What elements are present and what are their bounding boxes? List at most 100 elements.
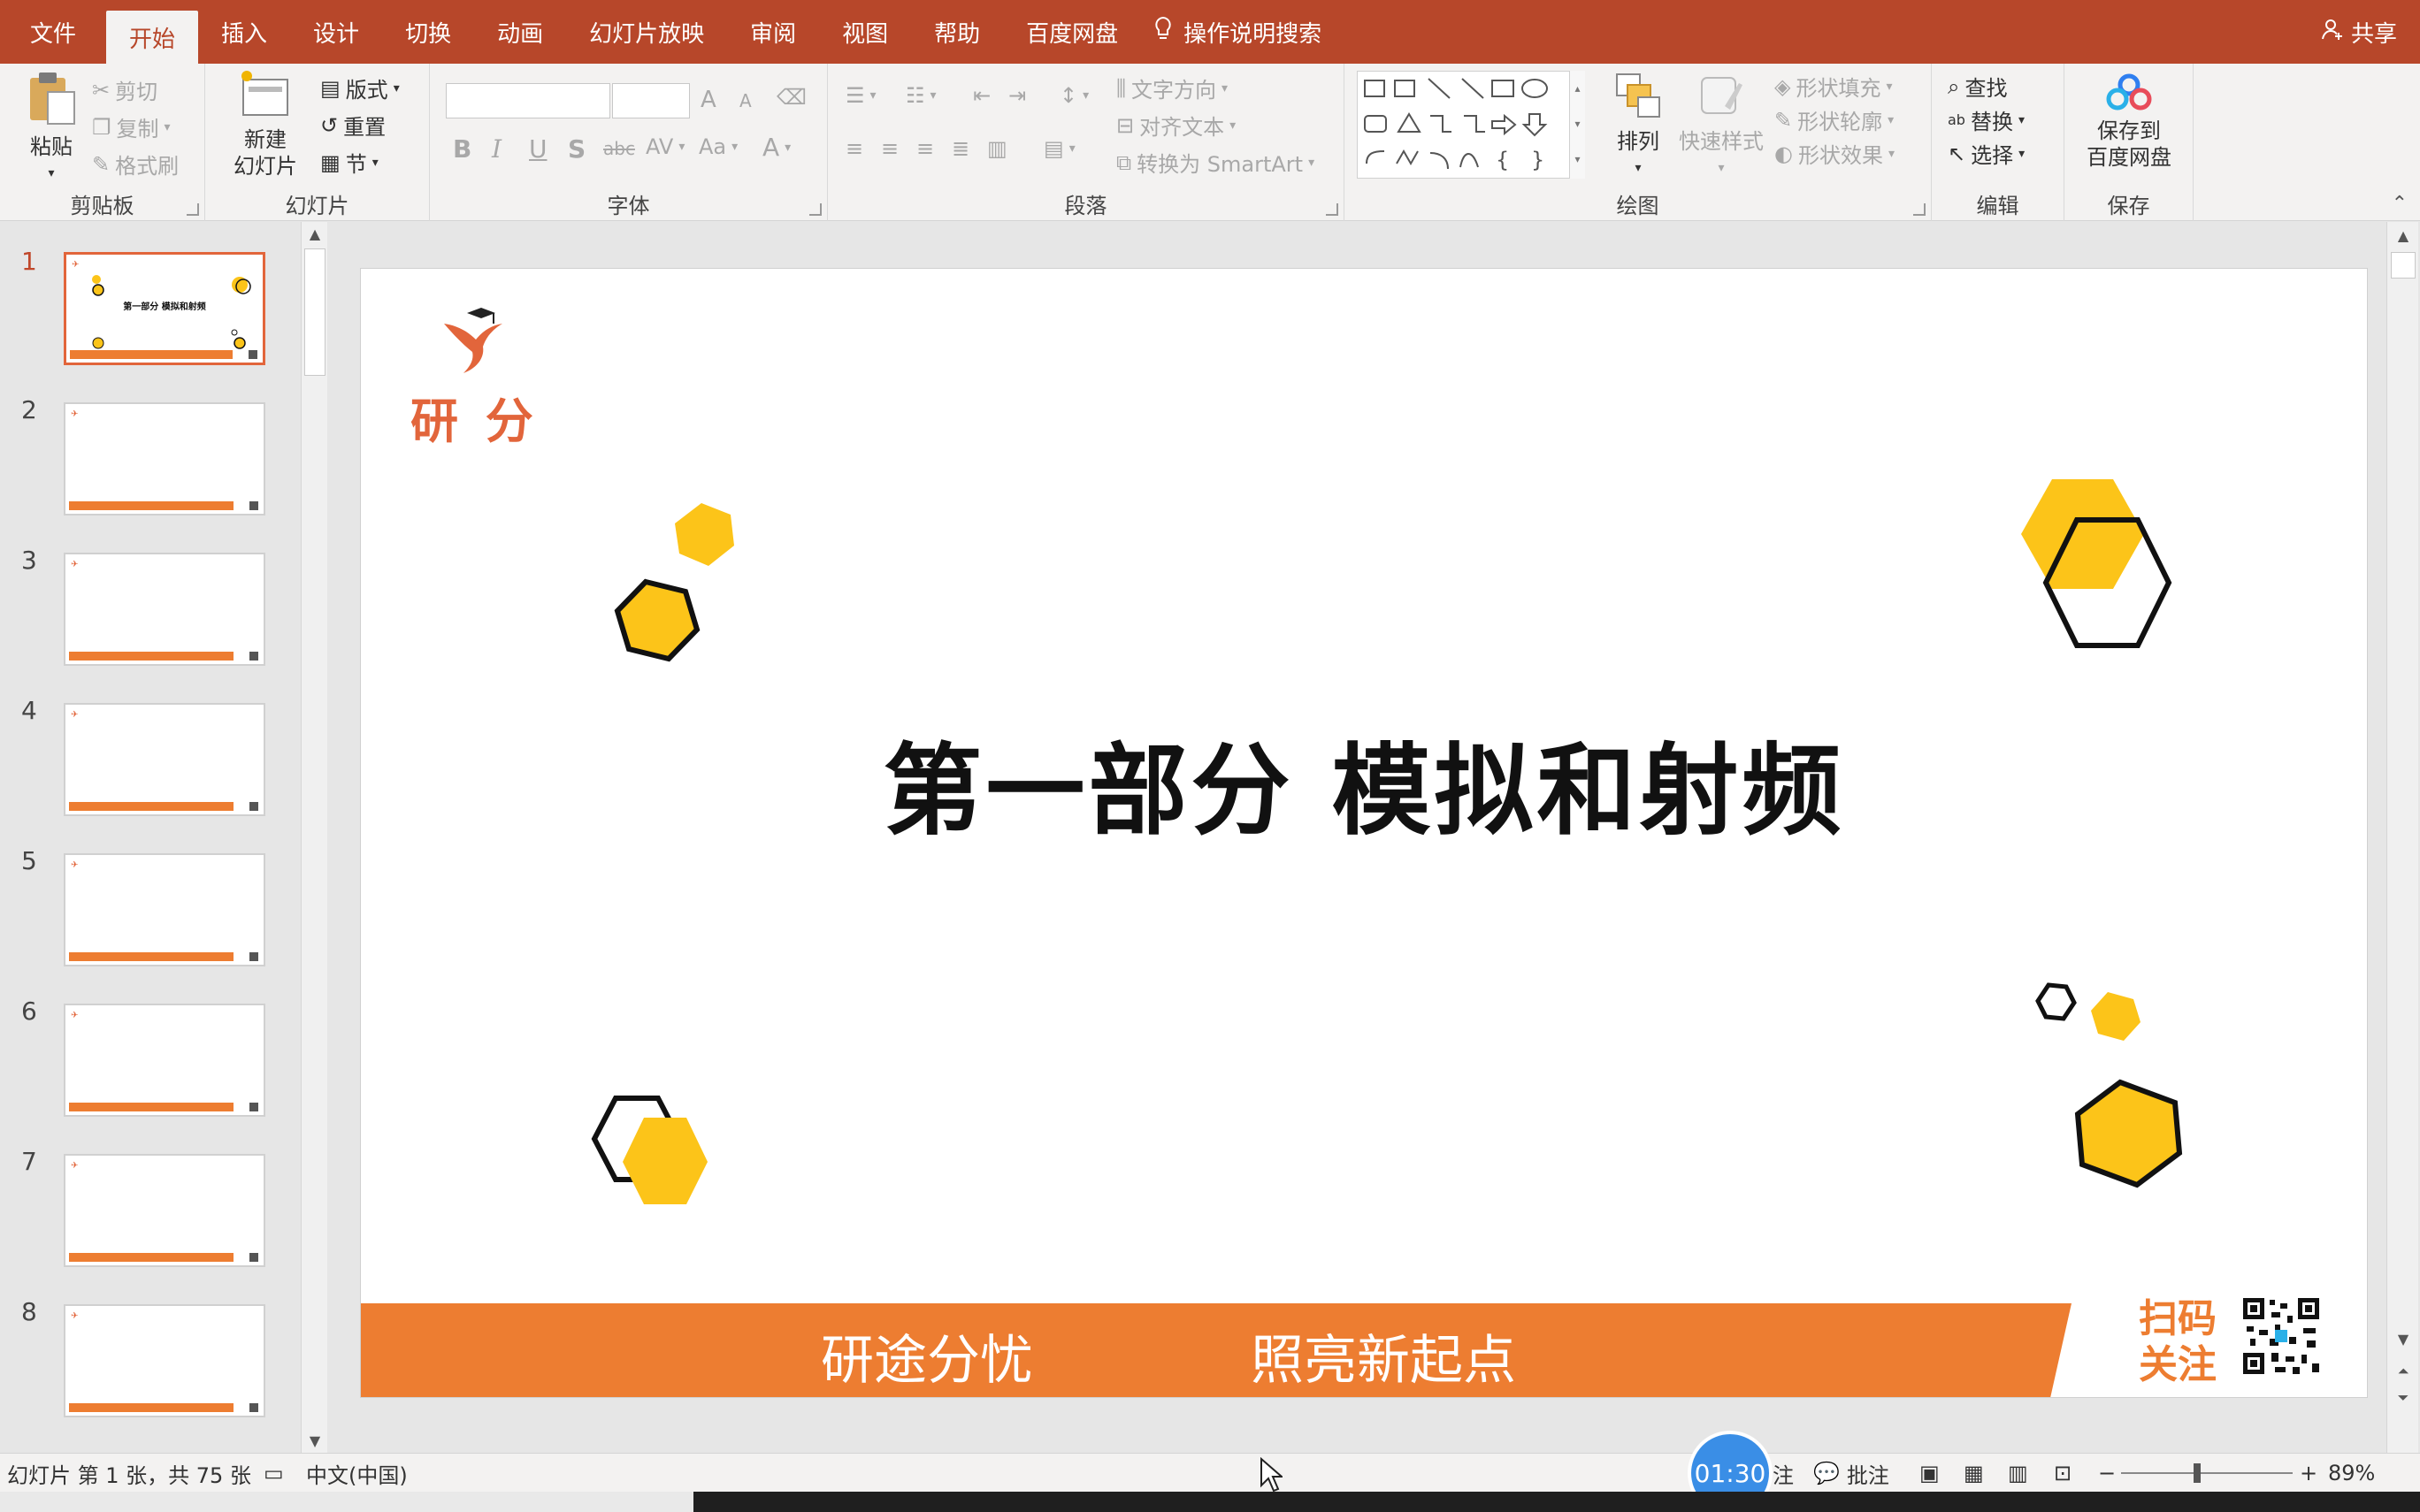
slide-thumbnail-1[interactable]: ✈ 第一部分 模拟和射频 [64, 252, 265, 365]
normal-view-icon[interactable]: ▣ [1919, 1454, 1940, 1493]
change-case-button[interactable]: Aa ▾ [699, 134, 738, 159]
section-button[interactable]: ▦ 节 ▾ [320, 147, 379, 178]
tab-view[interactable]: 视图 [819, 0, 911, 64]
zoom-out-icon[interactable]: − [2098, 1454, 2116, 1493]
zoom-slider-handle[interactable] [2194, 1463, 2201, 1483]
layout-button[interactable]: ▤ 版式 ▾ [320, 73, 400, 103]
tab-slideshow[interactable]: 幻灯片放映 [566, 0, 727, 64]
dialog-launcher-icon[interactable] [1326, 203, 1338, 216]
slide-scroll-thumb[interactable] [2391, 252, 2416, 279]
scroll-down-icon[interactable]: ▼ [2387, 1331, 2419, 1348]
slogan-left[interactable]: 研途分忧 [821, 1317, 1033, 1394]
slide-thumbnail-4[interactable]: ✈ [64, 703, 265, 816]
shape-outline-button[interactable]: ✎ 形状轮廓 ▾ [1774, 104, 1894, 135]
slide-title[interactable]: 第一部分 模拟和射频 [361, 711, 2367, 854]
shadow-button[interactable]: S [568, 134, 586, 164]
align-center-icon[interactable]: ≡ [881, 136, 899, 161]
shapes-gallery[interactable]: {} [1357, 71, 1585, 179]
cut-button[interactable]: ✂ 剪切 [92, 74, 157, 105]
scroll-down-icon[interactable]: ▼ [302, 1432, 328, 1449]
reading-view-icon[interactable]: ▥ [2008, 1454, 2028, 1493]
tell-me-search[interactable]: 操作说明搜索 [1153, 16, 1321, 49]
format-painter-button[interactable]: ✎ 格式刷 [92, 149, 179, 179]
collapse-ribbon-icon[interactable]: ⌃ [2392, 193, 2408, 215]
tab-design[interactable]: 设计 [290, 0, 382, 64]
dialog-launcher-icon[interactable] [187, 203, 199, 216]
previous-slide-icon[interactable]: ⏶ [2387, 1363, 2419, 1380]
arrange-button[interactable]: 排列 ▾ [1606, 71, 1670, 181]
zoom-in-icon[interactable]: + [2300, 1454, 2317, 1493]
convert-smartart-button[interactable]: ⧉ 转换为 SmartArt ▾ [1116, 147, 1314, 178]
align-left-icon[interactable]: ≡ [846, 136, 863, 161]
bullets-button[interactable]: ☰ ▾ [846, 83, 877, 108]
slide-scrollbar[interactable]: ▲ ▼ ⏶ ⏷ [2386, 222, 2418, 1453]
thumbnail-scrollbar[interactable]: ▲ ▼ [301, 222, 327, 1453]
save-to-baidu-button[interactable]: 保存到 百度网盘 [2072, 73, 2186, 171]
copy-button[interactable]: ❐ 复制 ▾ [92, 111, 171, 142]
justify-icon[interactable]: ≣ [952, 136, 969, 161]
text-direction-button[interactable]: ⫼ 文字方向 ▾ [1116, 73, 1228, 103]
tab-baidu-netdisk[interactable]: 百度网盘 [1003, 0, 1141, 64]
tab-file[interactable]: 文件 [0, 0, 106, 64]
font-color-button[interactable]: A ▾ [762, 133, 791, 162]
next-slide-icon[interactable]: ⏷ [2387, 1389, 2419, 1407]
language-status[interactable]: 中文(中国) [306, 1454, 408, 1493]
spelling-icon[interactable]: ▭ [264, 1454, 284, 1493]
share-button[interactable]: 共享 [2321, 0, 2397, 64]
find-button[interactable]: ⌕ 查找 [1948, 71, 2007, 102]
slideshow-view-icon[interactable]: ⊡ [2054, 1454, 2072, 1493]
scroll-up-icon[interactable]: ▲ [2387, 227, 2419, 244]
qr-code-icon[interactable] [2240, 1294, 2323, 1378]
distribute-icon[interactable]: ▥ [987, 136, 1007, 161]
clear-format-icon[interactable]: ⌫ [777, 85, 807, 110]
scan-follow-text[interactable]: 扫码 关注 [2139, 1296, 2227, 1388]
new-slide-button[interactable]: 新建 幻灯片 [223, 69, 308, 179]
numbering-button[interactable]: ☷ ▾ [906, 83, 937, 108]
notes-button[interactable]: 注 [1773, 1454, 1794, 1493]
slide-thumbnail-8[interactable]: ✈ [64, 1304, 265, 1417]
slide-thumbnail-6[interactable]: ✈ [64, 1004, 265, 1117]
bold-button[interactable]: B [453, 134, 471, 164]
paste-button[interactable]: 粘贴 ▾ [18, 71, 85, 187]
zoom-level[interactable]: 89% [2328, 1454, 2375, 1493]
scroll-up-icon[interactable]: ▲ [302, 225, 328, 242]
slide-thumbnail-7[interactable]: ✈ [64, 1154, 265, 1267]
char-spacing-button[interactable]: AV ▾ [646, 134, 685, 159]
strikethrough-button[interactable]: abc [603, 138, 635, 159]
slogan-right[interactable]: 照亮新起点 [1251, 1317, 1516, 1394]
tab-animations[interactable]: 动画 [474, 0, 566, 64]
font-size-combo[interactable] [612, 83, 690, 118]
grow-font-button[interactable]: A [701, 87, 716, 113]
increase-indent-icon[interactable]: ⇥ [1008, 83, 1026, 108]
tab-home[interactable]: 开始 [106, 11, 199, 64]
shape-fill-button[interactable]: ◈ 形状填充 ▾ [1774, 71, 1893, 102]
dialog-launcher-icon[interactable] [1913, 203, 1926, 216]
dialog-launcher-icon[interactable] [809, 203, 822, 216]
zoom-slider[interactable] [2121, 1463, 2293, 1483]
font-name-combo[interactable] [446, 83, 610, 118]
italic-button[interactable]: I [492, 134, 502, 164]
tab-help[interactable]: 帮助 [911, 0, 1003, 64]
underline-button[interactable]: U [529, 134, 548, 164]
align-right-icon[interactable]: ≡ [916, 136, 934, 161]
comments-button[interactable]: 💬 批注 [1813, 1454, 1889, 1493]
reset-button[interactable]: ↺ 重置 [320, 110, 386, 141]
shape-effects-button[interactable]: ◐ 形状效果 ▾ [1774, 138, 1895, 169]
line-spacing-button[interactable]: ↕ ▾ [1060, 83, 1089, 108]
select-button[interactable]: ↖ 选择 ▾ [1948, 138, 2025, 169]
align-text-button[interactable]: ⊟ 对齐文本 ▾ [1116, 110, 1236, 141]
shrink-font-button[interactable]: A [739, 90, 752, 111]
quick-styles-button[interactable]: 快速样式 ▾ [1679, 71, 1764, 181]
slide-canvas[interactable]: 研 分 第一部分 模拟和射频 研途分忧 照亮新起点 扫码 关注 [361, 269, 2367, 1397]
slide-thumbnail-2[interactable]: ✈ [64, 402, 265, 515]
tab-insert[interactable]: 插入 [198, 0, 290, 64]
shapes-gallery-scroll[interactable]: ▴ ▾ ▾ [1569, 71, 1585, 179]
slide-thumbnail-5[interactable]: ✈ [64, 853, 265, 966]
thumbnail-scroll-thumb[interactable] [304, 248, 325, 376]
decrease-indent-icon[interactable]: ⇤ [973, 83, 991, 108]
taskbar-search-area[interactable] [0, 1492, 693, 1512]
columns-button[interactable]: ▤ ▾ [1044, 136, 1076, 161]
slide-sorter-view-icon[interactable]: ▦ [1964, 1454, 1984, 1493]
tab-transitions[interactable]: 切换 [382, 0, 474, 64]
slide-thumbnail-3[interactable]: ✈ [64, 553, 265, 666]
